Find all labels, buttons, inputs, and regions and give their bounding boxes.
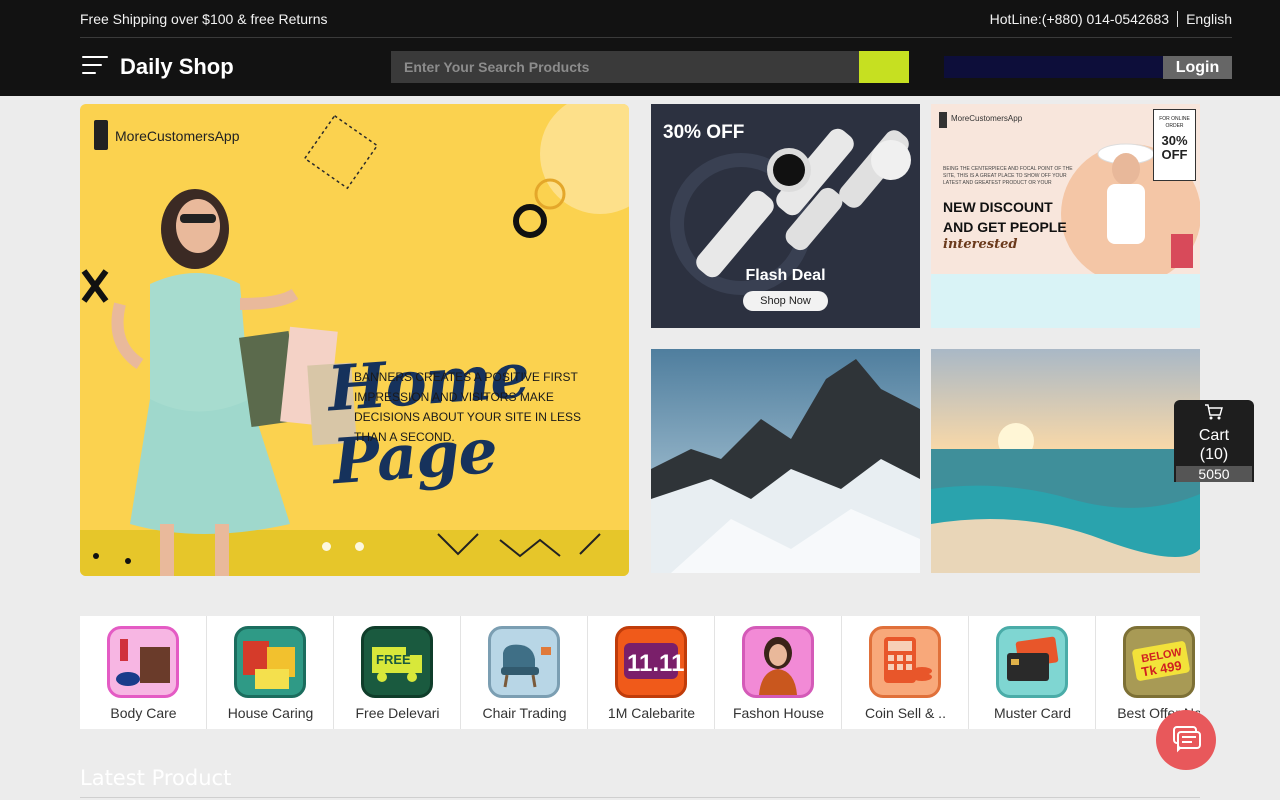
category-house-caring[interactable]: House Caring [207,616,334,729]
category-label: Fashon House [732,705,825,721]
category-muster-card[interactable]: Muster Card [969,616,1096,729]
site-header: Free Shipping over $100 & free Returns H… [0,0,1280,96]
cart-icon [1205,404,1223,420]
hero-logo: MoreCustomersApp [115,128,240,144]
cart-total: 5050 [1176,466,1252,482]
category-strip: Body Care House Caring FREE Free Delevar… [80,616,1200,729]
mountain-banner[interactable] [651,349,920,573]
category-label: Chair Trading [482,705,567,721]
category-label: Coin Sell & .. [865,705,946,721]
chat-icon [1173,726,1201,753]
delivery-truck-icon: FREE [361,626,433,698]
main-bar: Daily Shop Login [80,38,1232,96]
top-bar-right: HotLine:(+880) 014-0542683 English [990,11,1232,27]
brand-logo[interactable]: Daily Shop [120,54,234,80]
carousel-dot-2[interactable] [355,542,364,551]
section-title-latest: Latest Product [80,766,232,790]
discount-headline: NEW DISCOUNT AND GET PEOPLE [943,199,1067,235]
discount-small-text: Being the centerpiece and focal point of… [943,166,1073,186]
carousel-dot-1[interactable] [322,542,331,551]
search-input[interactable] [391,51,859,83]
hero-copy: Banners creates a positive first impress… [354,370,581,444]
menu-icon[interactable] [82,54,108,76]
top-bar: Free Shipping over $100 & free Returns H… [80,0,1232,38]
shipping-promo: Free Shipping over $100 & free Returns [80,11,328,27]
category-body-care[interactable]: Body Care [80,616,207,729]
category-label: Body Care [110,705,177,721]
floating-cart[interactable]: Cart (10) 5050 [1174,400,1254,482]
category-chair-trading[interactable]: Chair Trading [461,616,588,729]
chat-button[interactable] [1156,710,1216,770]
category-label: Muster Card [993,705,1072,721]
category-label: House Caring [227,705,314,721]
flash-deal-title: Flash Deal [745,267,826,284]
discount-script: interested [943,237,1018,252]
house-caring-icon [234,626,306,698]
section-divider [80,797,1200,798]
body-care-icon [107,626,179,698]
divider [1177,11,1179,27]
search-button[interactable] [859,51,909,83]
beach-banner[interactable] [931,349,1200,573]
category-fashon-house[interactable]: Fashon House [715,616,842,729]
carousel-dots [322,542,364,551]
discount-logo: MoreCustomersApp [951,114,1023,123]
svg-text:FREE: FREE [376,652,411,667]
category-coin-sell[interactable]: Coin Sell & .. [842,616,969,729]
svg-text:11.11: 11.11 [627,650,684,677]
flash-deal-banner[interactable]: 30% OFF Flash Deal Shop Now [651,104,920,328]
hotline[interactable]: HotLine:(+880) 014-0542683 [990,11,1169,27]
discount-banner[interactable]: MoreCustomersApp Being the centerpiece a… [931,104,1200,328]
cart-label: Cart [1198,427,1230,444]
eleven-eleven-icon: 11.11 [615,626,687,698]
language-selector[interactable]: English [1186,11,1232,27]
cart-count: (10) [1199,446,1229,463]
shop-now-button[interactable]: Shop Now [743,291,828,311]
beach-image [931,349,1200,573]
chair-icon [488,626,560,698]
price-tag-icon: BELOW Tk 499 [1123,626,1195,698]
credit-card-icon [996,626,1068,698]
category-free-delivery[interactable]: FREE Free Delevari [334,616,461,729]
calculator-icon [869,626,941,698]
mountain-image [651,349,920,573]
category-label: 1M Calebarite [607,705,696,721]
category-1m-calebarite[interactable]: 11.11 1M Calebarite [588,616,715,729]
discount-badge: FOR ONLINE ORDER 30% OFF [1153,109,1196,181]
discount-label: 30% OFF [663,122,745,143]
account-area[interactable] [944,56,1164,78]
fashion-model-icon [742,626,814,698]
category-label: Free Delevari [355,705,440,721]
hero-banner[interactable]: MoreCustomersApp Home Page Banners creat… [80,104,629,576]
login-button[interactable]: Login [1163,56,1232,79]
